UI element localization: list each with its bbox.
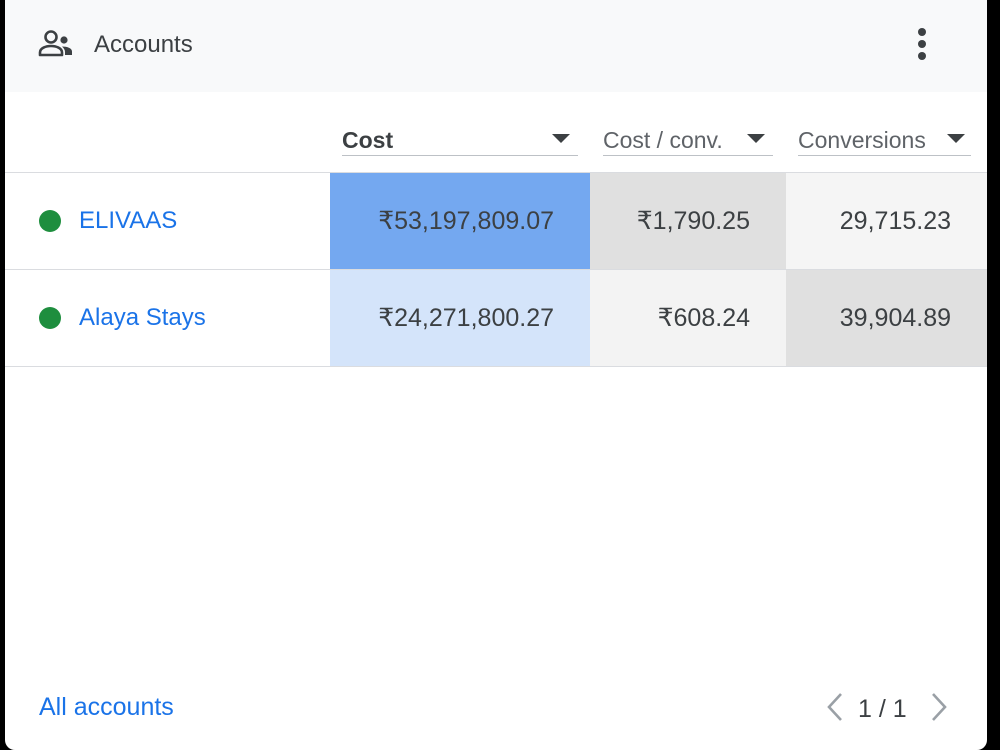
- column-header-label: Cost / conv.: [603, 127, 723, 153]
- status-enabled-icon: [39, 307, 61, 329]
- more-options-button[interactable]: [905, 22, 939, 66]
- cost-cell: ₹24,271,800.27: [330, 270, 590, 366]
- column-header-cost-per-conv[interactable]: Cost / conv.: [603, 120, 773, 156]
- divider: [5, 366, 987, 367]
- status-enabled-icon: [39, 210, 61, 232]
- group-icon: [38, 28, 74, 60]
- table-row: Alaya Stays ₹24,271,800.27 ₹608.24 39,90…: [5, 270, 987, 366]
- all-accounts-link[interactable]: All accounts: [39, 692, 174, 722]
- cost-per-conv-cell: ₹1,790.25: [590, 173, 786, 269]
- account-link[interactable]: Alaya Stays: [79, 304, 206, 332]
- column-header-label: Conversions: [798, 127, 926, 153]
- account-link[interactable]: ELIVAAS: [79, 207, 177, 235]
- column-header-label: Cost: [342, 127, 394, 153]
- pagination-text: 1 / 1: [858, 695, 907, 723]
- conversions-cell: 39,904.89: [786, 270, 987, 366]
- card-header: Accounts: [5, 0, 987, 92]
- cost-cell: ₹53,197,809.07: [330, 173, 590, 269]
- chevron-right-icon[interactable]: [927, 690, 951, 724]
- dropdown-icon: [747, 134, 765, 143]
- column-header-conversions[interactable]: Conversions: [798, 120, 971, 156]
- accounts-card: Accounts Cost Cost / conv. Conversions E…: [5, 0, 987, 750]
- column-header-cost[interactable]: Cost: [342, 120, 578, 156]
- chevron-left-icon[interactable]: [823, 690, 847, 724]
- more-vert-icon: [918, 28, 926, 36]
- table-row: ELIVAAS ₹53,197,809.07 ₹1,790.25 29,715.…: [5, 173, 987, 269]
- dropdown-icon: [947, 134, 965, 143]
- sort-dropdown-icon: [552, 134, 570, 143]
- card-title: Accounts: [94, 31, 193, 58]
- conversions-cell: 29,715.23: [786, 173, 987, 269]
- cost-per-conv-cell: ₹608.24: [590, 270, 786, 366]
